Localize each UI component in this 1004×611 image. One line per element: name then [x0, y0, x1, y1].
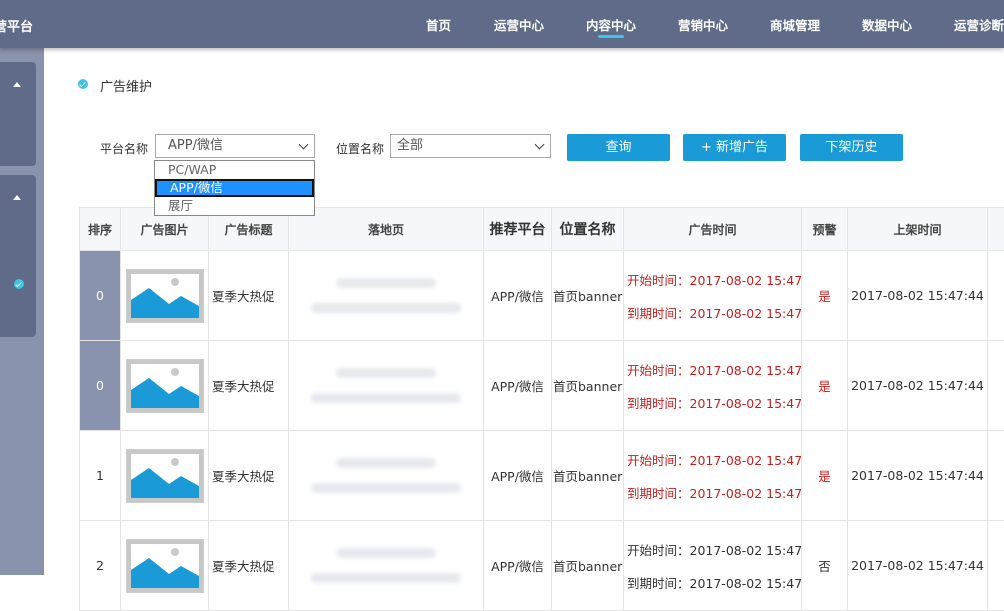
row-warning: 否: [802, 521, 848, 611]
row-ad-time: 开始时间：2017-08-02 15:47:44 到期时间：2017-08-02 …: [624, 431, 802, 521]
col-header-rank[interactable]: 排序: [80, 208, 121, 251]
row-online-time: 2017-08-02 15:47:44: [848, 431, 988, 521]
row-ad-time: 开始时间：2017-08-02 15:47:44 到期时间：2017-08-02 …: [624, 341, 802, 431]
row-warning: 是: [802, 431, 848, 521]
col-header-warning: 预警: [802, 208, 848, 251]
row-ad-time: 开始时间：2017-08-02 15:47:44 到期时间：2017-08-02 …: [624, 521, 802, 611]
position-select[interactable]: 全部: [390, 134, 551, 158]
row-landing-page[interactable]: [289, 251, 484, 341]
row-rank: 0: [80, 251, 121, 341]
nav-data-center[interactable]: 数据中心: [862, 15, 912, 34]
nav-operations-center[interactable]: 运营中心: [494, 15, 544, 34]
row-platform: APP/微信: [484, 521, 552, 611]
chevron-up-icon[interactable]: [13, 195, 21, 200]
ads-table: 排序 广告图片 广告标题 落地页 推荐平台 位置名称 广告时间 预警 上架时间 …: [79, 207, 1004, 611]
nav-home[interactable]: 首页: [426, 15, 451, 34]
nav-content-center[interactable]: 内容中心: [586, 15, 636, 34]
row-rank: 1: [80, 431, 121, 521]
position-select-value: 全部: [397, 138, 423, 153]
platform-option-app-wechat[interactable]: APP/微信: [155, 179, 314, 197]
col-header-landing: 落地页: [289, 208, 484, 251]
row-image[interactable]: [121, 431, 209, 521]
platform-select[interactable]: APP/微信: [155, 134, 315, 158]
table-row[interactable]: 0 夏季大热促 APP/微信 首页banner 开始时间：2017-08-02 …: [80, 341, 1004, 431]
row-image[interactable]: [121, 521, 209, 611]
image-placeholder-icon: [126, 269, 204, 323]
row-online-time: 2017-08-02 15:47:44: [848, 341, 988, 431]
row-overflow: [988, 341, 1004, 431]
col-header-ad-time: 广告时间: [624, 208, 802, 251]
nav-marketing-center[interactable]: 营销中心: [678, 15, 728, 34]
row-start-time: 开始时间：2017-08-02 15:47:44: [627, 270, 800, 289]
row-position: 首页banner: [552, 521, 624, 611]
row-overflow: [988, 431, 1004, 521]
row-start-time: 开始时间：2017-08-02 15:47:44: [627, 540, 800, 559]
col-header-overflow: [988, 208, 1004, 251]
row-end-time: 到期时间：2017-08-02 15:47:44: [627, 393, 800, 412]
nav-operations-diagnosis[interactable]: 运营诊断: [954, 15, 1004, 34]
row-landing-page[interactable]: [289, 521, 484, 611]
image-placeholder-icon: [126, 539, 204, 593]
active-tab-indicator: [598, 35, 624, 38]
row-title: 夏季大热促: [209, 341, 289, 431]
add-ad-button[interactable]: + 新增广告: [683, 134, 786, 161]
col-header-position: 位置名称: [552, 208, 624, 251]
platform-label: 平台名称: [100, 140, 148, 157]
row-end-time: 到期时间：2017-08-02 15:47:44: [627, 573, 800, 592]
row-online-time: 2017-08-02 15:47:44: [848, 251, 988, 341]
row-end-time: 到期时间：2017-08-02 15:47:44: [627, 303, 800, 322]
position-label: 位置名称: [336, 140, 384, 157]
row-overflow: [988, 521, 1004, 611]
row-overflow: [988, 251, 1004, 341]
query-button[interactable]: 查询: [567, 134, 670, 161]
row-online-time: 2017-08-02 15:47:44: [848, 521, 988, 611]
page-title: 广告维护: [100, 76, 152, 95]
col-header-platform: 推荐平台: [484, 208, 552, 251]
table-row[interactable]: 2 夏季大热促 APP/微信 首页banner 开始时间：2017-08-02 …: [80, 521, 1004, 611]
platform-dropdown-list: PC/WAP APP/微信 展厅: [154, 160, 315, 216]
sidebar-group-2[interactable]: [0, 175, 36, 337]
row-position: 首页banner: [552, 431, 624, 521]
row-position: 首页banner: [552, 251, 624, 341]
row-title: 夏季大热促: [209, 521, 289, 611]
row-start-time: 开始时间：2017-08-02 15:47:44: [627, 450, 800, 469]
row-landing-page[interactable]: [289, 431, 484, 521]
row-end-time: 到期时间：2017-08-02 15:47:44: [627, 483, 800, 502]
brand-title: 营平台: [0, 16, 33, 35]
platform-option-showroom[interactable]: 展厅: [155, 197, 314, 215]
row-warning: 是: [802, 251, 848, 341]
nav-mall-management[interactable]: 商城管理: [770, 15, 820, 34]
col-header-online-time: 上架时间: [848, 208, 988, 251]
row-rank: 2: [80, 521, 121, 611]
row-landing-page[interactable]: [289, 341, 484, 431]
platform-select-value: APP/微信: [168, 138, 223, 153]
row-rank: 0: [80, 341, 121, 431]
row-image[interactable]: [121, 251, 209, 341]
row-warning: 是: [802, 341, 848, 431]
chevron-up-icon[interactable]: [13, 82, 21, 87]
top-navigation-bar: 营平台 首页 运营中心 内容中心 营销中心 商城管理 数据中心 运营诊断: [0, 0, 1004, 48]
row-platform: APP/微信: [484, 431, 552, 521]
row-platform: APP/微信: [484, 251, 552, 341]
table-row[interactable]: 1 夏季大热促 APP/微信 首页banner 开始时间：2017-08-02 …: [80, 431, 1004, 521]
check-circle-icon: [78, 79, 88, 89]
history-button[interactable]: 下架历史: [800, 134, 903, 161]
sidebar-group-1[interactable]: [0, 62, 36, 166]
sidebar: [0, 48, 44, 575]
row-platform: APP/微信: [484, 341, 552, 431]
row-title: 夏季大热促: [209, 251, 289, 341]
platform-option-pcwap[interactable]: PC/WAP: [155, 161, 314, 179]
chevron-down-icon: [299, 140, 309, 150]
check-circle-icon: [14, 279, 24, 289]
row-start-time: 开始时间：2017-08-02 15:47:44: [627, 360, 800, 379]
row-position: 首页banner: [552, 341, 624, 431]
chevron-down-icon: [535, 140, 545, 150]
row-title: 夏季大热促: [209, 431, 289, 521]
row-image[interactable]: [121, 341, 209, 431]
row-ad-time: 开始时间：2017-08-02 15:47:44 到期时间：2017-08-02 …: [624, 251, 802, 341]
image-placeholder-icon: [126, 449, 204, 503]
image-placeholder-icon: [126, 359, 204, 413]
table-row[interactable]: 0 夏季大热促 APP/微信 首页banner 开始时间：2017-08-02 …: [80, 251, 1004, 341]
nav-content-center-label: 内容中心: [586, 18, 636, 33]
